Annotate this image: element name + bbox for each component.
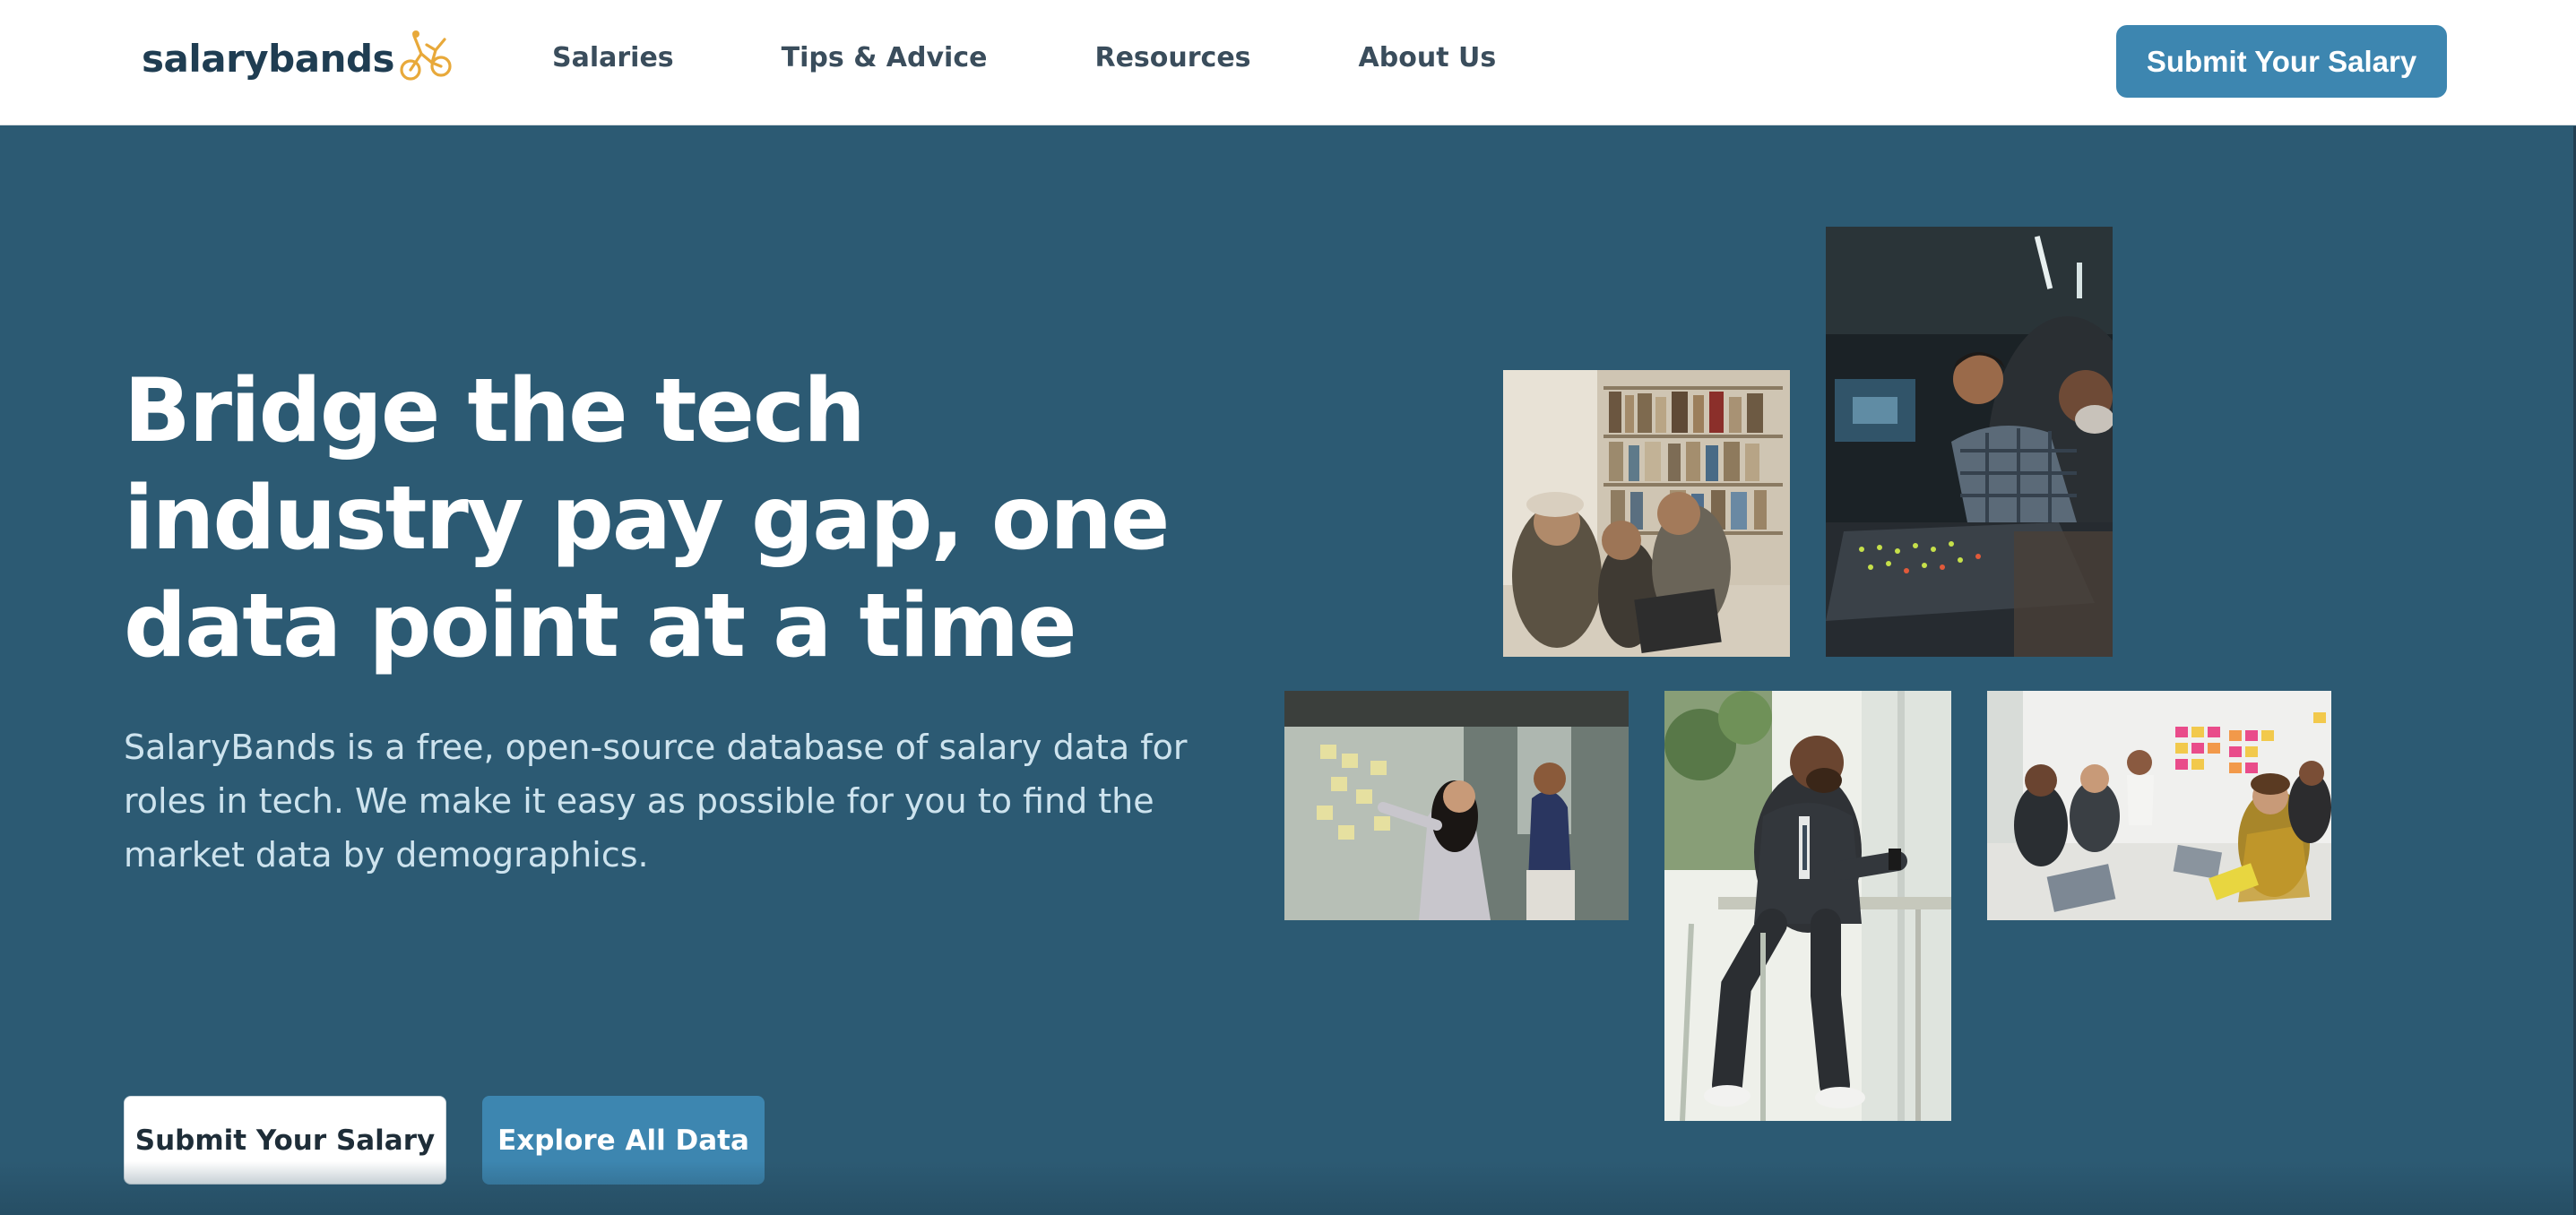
- main-nav: Salaries Tips & Advice Resources About U…: [552, 34, 1496, 81]
- hero-title: Bridge the tech industry pay gap, one da…: [124, 360, 1170, 677]
- nav-about-us[interactable]: About Us: [1359, 42, 1497, 73]
- nav-tips-advice[interactable]: Tips & Advice: [782, 42, 988, 73]
- nav-resources[interactable]: Resources: [1094, 42, 1250, 73]
- bicycle-rider-icon: [400, 30, 452, 81]
- people-in-library-photo: [1503, 370, 1790, 657]
- woman-sticky-notes-glass-photo: [1284, 691, 1629, 920]
- nav-salaries[interactable]: Salaries: [552, 42, 674, 73]
- hero-bottom-fade: [0, 1161, 2576, 1215]
- hero-description: SalaryBands is a free, open-source datab…: [124, 728, 1188, 875]
- logo-text: salarybands: [142, 36, 395, 81]
- men-at-control-desk-photo: [1826, 227, 2113, 657]
- hero-section: Bridge the tech industry pay gap, one da…: [0, 126, 2576, 1215]
- site-header: salarybands Salaries Tips & Advice Resou…: [0, 0, 2576, 125]
- man-seated-with-phone-photo: [1664, 691, 1951, 1121]
- team-meeting-sticky-notes-photo: [1987, 691, 2331, 920]
- header-submit-salary-button[interactable]: Submit Your Salary: [2116, 25, 2447, 98]
- logo-link[interactable]: salarybands: [142, 27, 455, 90]
